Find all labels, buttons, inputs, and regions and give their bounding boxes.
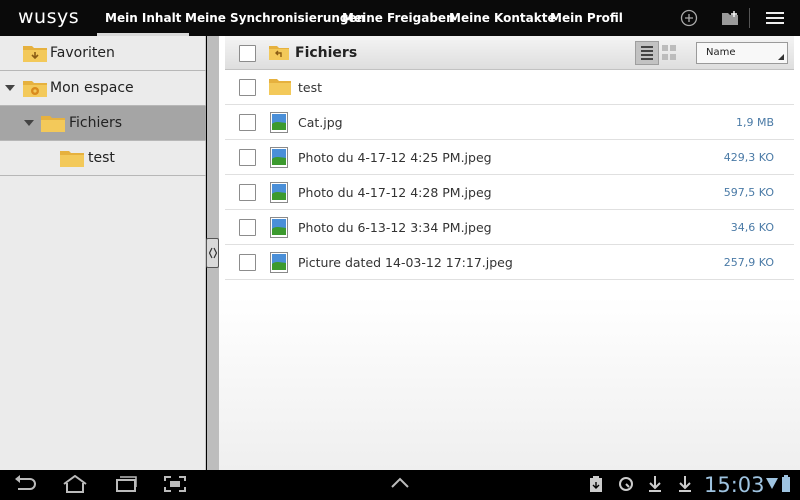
current-folder-title: Fichiers (295, 45, 358, 61)
tree-label: Mon espace (50, 80, 134, 96)
file-row[interactable]: Picture dated 14-03-12 17:17.jpeg 257,9 … (225, 245, 794, 280)
system-bar: 15:03 (0, 470, 800, 500)
download-icon (648, 475, 662, 493)
file-size: 257,9 KO (723, 256, 774, 269)
tab-meine-synchronisierungen[interactable]: Meine Synchronisierungen (185, 0, 365, 36)
row-checkbox[interactable] (239, 149, 256, 166)
sort-dropdown-value: Name (706, 47, 736, 58)
sync-status-icon (618, 475, 634, 493)
file-name: Picture dated 14-03-12 17:17.jpeg (298, 255, 513, 270)
tree-label: Favoriten (50, 45, 115, 61)
image-file-icon (270, 252, 288, 277)
tree-item-fichiers[interactable]: Fichiers (0, 106, 206, 141)
row-checkbox[interactable] (239, 79, 256, 96)
favorites-folder-icon (22, 44, 48, 67)
add-circle-icon[interactable] (678, 7, 700, 29)
file-name: Photo du 4-17-12 4:25 PM.jpeg (298, 150, 492, 165)
app-logo: wusys (18, 6, 80, 28)
tree-label: test (88, 150, 115, 166)
file-size: 597,5 KO (723, 186, 774, 199)
file-name: test (298, 80, 323, 95)
recent-apps-icon[interactable] (113, 475, 139, 493)
download-icon (678, 475, 692, 493)
file-row[interactable]: Photo du 6-13-12 3:34 PM.jpeg 34,6 KO (225, 210, 794, 245)
dropdown-arrow-icon (778, 54, 784, 60)
toolbar-divider (749, 8, 750, 28)
home-icon[interactable] (62, 475, 88, 493)
battery-icon (781, 475, 791, 493)
folder-icon (268, 77, 292, 100)
file-name: Cat.jpg (298, 115, 343, 130)
chevron-up-icon[interactable] (388, 475, 412, 491)
file-size: 1,9 MB (735, 116, 774, 129)
new-folder-icon[interactable] (719, 7, 741, 29)
file-row[interactable]: Photo du 4-17-12 4:25 PM.jpeg 429,3 KO (225, 140, 794, 175)
row-checkbox[interactable] (239, 254, 256, 271)
parent-folder-icon[interactable] (268, 44, 290, 65)
tab-mein-inhalt[interactable]: Mein Inhalt (96, 0, 190, 36)
tree-label: Fichiers (69, 115, 123, 131)
select-all-checkbox[interactable] (239, 45, 256, 62)
tab-mein-profil[interactable]: Mein Profil (550, 0, 623, 36)
row-checkbox[interactable] (239, 184, 256, 201)
menu-icon[interactable] (764, 7, 786, 29)
tab-meine-freigaben[interactable]: Meine Freigaben (342, 0, 455, 36)
image-file-icon (270, 147, 288, 172)
folder-tree: Favoriten Mon espace Fichiers test (0, 36, 206, 470)
file-row[interactable]: Cat.jpg 1,9 MB (225, 105, 794, 140)
tree-item-test[interactable]: test (0, 141, 206, 176)
file-row[interactable]: test (225, 70, 794, 105)
grid-view-icon[interactable] (662, 45, 678, 61)
row-checkbox[interactable] (239, 219, 256, 236)
screenshot-icon[interactable] (162, 475, 188, 493)
folder-icon (59, 149, 85, 172)
tab-meine-kontakte[interactable]: Meine Kontakte (449, 0, 556, 36)
file-name: Photo du 6-13-12 3:34 PM.jpeg (298, 220, 492, 235)
list-header: Fichiers Name (225, 36, 794, 70)
file-list-pane: Fichiers Name test Cat.jpg 1,9 MB Photo … (219, 36, 800, 470)
row-checkbox[interactable] (239, 114, 256, 131)
file-name: Photo du 4-17-12 4:28 PM.jpeg (298, 185, 492, 200)
splitter-handle-icon[interactable] (206, 238, 219, 268)
list-view-icon[interactable] (635, 41, 659, 65)
tree-item-mon-espace[interactable]: Mon espace (0, 71, 206, 106)
wifi-icon (765, 475, 779, 493)
space-folder-icon (22, 79, 48, 102)
tree-item-favoriten[interactable]: Favoriten (0, 36, 206, 71)
chevron-down-icon[interactable] (24, 120, 34, 126)
file-size: 34,6 KO (730, 221, 774, 234)
file-row[interactable]: Photo du 4-17-12 4:28 PM.jpeg 597,5 KO (225, 175, 794, 210)
action-bar: wusys Mein Inhalt Meine Synchronisierung… (0, 0, 800, 36)
chevron-down-icon[interactable] (5, 85, 15, 91)
status-clock: 15:03 (704, 473, 765, 497)
image-file-icon (270, 112, 288, 137)
folder-icon (40, 114, 66, 137)
clipboard-download-icon (588, 475, 604, 493)
back-icon[interactable] (12, 475, 38, 493)
image-file-icon (270, 217, 288, 242)
sort-dropdown[interactable]: Name (696, 42, 788, 64)
image-file-icon (270, 182, 288, 207)
file-size: 429,3 KO (723, 151, 774, 164)
